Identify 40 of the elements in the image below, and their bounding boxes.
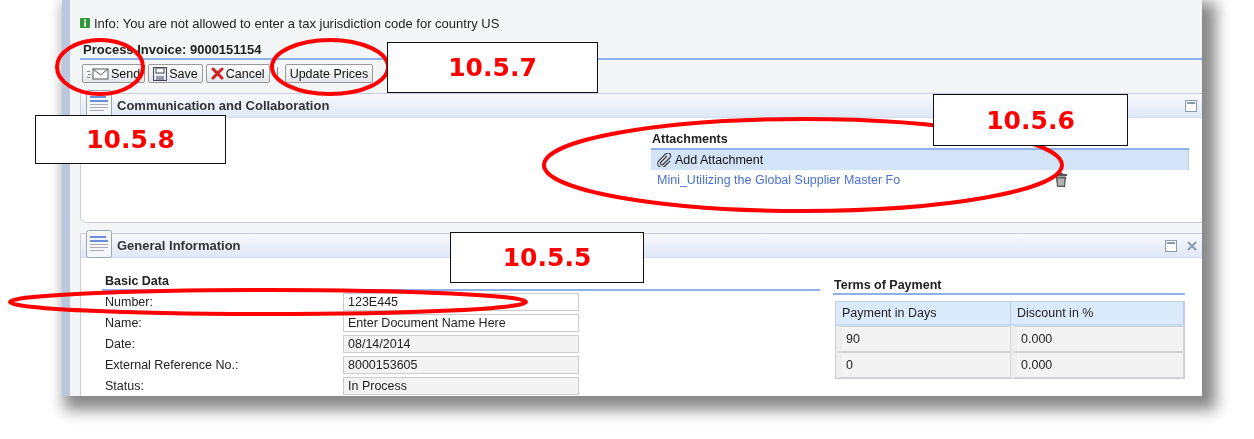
info-message: Info: You are not allowed to enter a tax jurisdiction code for country US [94,15,500,31]
save-button[interactable]: Save [148,64,203,83]
read-only-field: 08/14/2014 [343,335,579,353]
close-icon [210,67,224,80]
envelope-icon [87,67,109,80]
attachment-link[interactable]: Mini_Utilizing the Global Supplier Master Fo [657,173,901,187]
minimize-icon[interactable] [1185,100,1197,112]
close-icon[interactable] [1187,241,1197,251]
section-title: Terms of Payment [834,278,942,292]
annotation-label: 10.5.5 [450,232,644,283]
trash-icon[interactable] [1055,173,1067,187]
column-header: Discount in % [1011,302,1184,326]
column-header: Payment in Days [836,302,1011,326]
panel-title: General Information [117,238,241,253]
field-label: Number: [104,295,154,309]
annotation-label: 10.5.7 [387,42,598,93]
cancel-button[interactable]: Cancel [205,64,270,83]
add-attachment-button[interactable]: Add Attachment [651,150,1189,170]
update-prices-button[interactable]: Update Prices [284,64,374,83]
panel-title: Communication and Collaboration [117,98,330,113]
send-button[interactable]: Send [82,64,146,83]
table-cell: 90 [846,332,860,346]
field-label: Name: [104,316,143,330]
field-label: Date: [104,337,136,351]
annotation-label: 10.5.6 [933,94,1128,146]
read-only-field: In Process [343,377,579,395]
read-only-field: 8000153605 [343,356,579,374]
annotation-label: 10.5.8 [35,115,226,164]
paperclip-icon [657,153,672,167]
table-cell: 0.000 [1021,358,1053,372]
minimize-icon[interactable] [1165,240,1177,252]
section-title: Basic Data [105,274,169,288]
section-title: Attachments [652,132,728,146]
table-cell: 0 [846,358,853,372]
input-field[interactable]: Enter Document Name Here [343,314,579,332]
table-cell: 0.000 [1021,332,1053,346]
field-label: Status: [104,379,145,393]
field-label: External Reference No.: [104,358,240,372]
page-title: Process Invoice: 9000151154 [83,42,262,57]
info-icon [80,18,90,28]
